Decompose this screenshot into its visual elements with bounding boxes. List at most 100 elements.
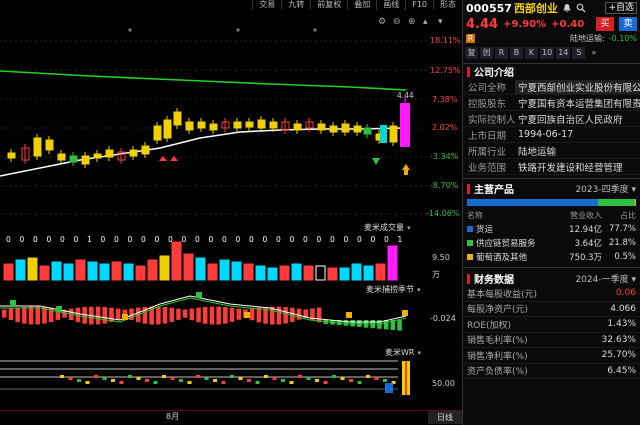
product-revenue: 750.3万 (569, 253, 602, 263)
finance-row: 每股净资产(元) 4.066 (463, 302, 640, 317)
toolbar-nine-turn[interactable]: 九转 (281, 0, 310, 10)
volume-marker-label: 0 (60, 235, 65, 244)
tab-k[interactable]: K (525, 47, 538, 59)
industry-label[interactable]: 陆地运输: (570, 33, 605, 44)
r-badge[interactable]: R (466, 33, 475, 43)
search-icon[interactable] (576, 3, 586, 13)
finance-value: 4.066 (610, 303, 636, 314)
volume-bar (135, 265, 146, 281)
volume-unit-label: 万 (432, 270, 440, 279)
tab-r[interactable]: R (495, 47, 508, 59)
y-tick: -3.34% (430, 152, 459, 161)
add-favorite-button[interactable]: +自选 (605, 2, 637, 14)
volume-right-label: 9.50 (432, 253, 450, 262)
candle (269, 121, 278, 129)
finance-label: 资产负债率(%) (467, 367, 528, 378)
volume-bar (315, 265, 326, 281)
buy-button[interactable]: 买 (596, 17, 614, 31)
finance-period-select[interactable]: 2024-一季度 ▾ (575, 272, 636, 285)
wr-mark (255, 381, 260, 384)
season-bar (189, 308, 195, 321)
finance-label: 每股净资产(元) (467, 305, 529, 316)
wr-mark (366, 375, 370, 378)
tab-10[interactable]: 10 (540, 47, 555, 59)
candlestick-chart[interactable]: ⚙ ⊖ ⊕ ▴ ▾ (0, 10, 462, 220)
toolbar-f10[interactable]: F10 (405, 0, 433, 10)
wr-mark (332, 375, 336, 378)
finance-label: ROE(加权) (467, 320, 512, 331)
toolbar-draw[interactable]: 画线 (376, 0, 405, 10)
volume-bar (363, 265, 374, 281)
season-bar (28, 306, 34, 325)
tab-b[interactable]: B (510, 47, 523, 59)
products-section-header: 主营产品 2023-四季度 ▾ (463, 181, 640, 196)
volume-marker-label: 0 (47, 235, 52, 244)
tab-chuang[interactable]: 创 (480, 47, 493, 59)
change-amount: +0.40 (551, 18, 585, 30)
candle (245, 121, 254, 128)
season-bar (35, 306, 40, 325)
wr-mark (170, 377, 175, 380)
sell-button[interactable]: 卖 (619, 17, 637, 31)
time-axis (0, 410, 462, 425)
candle (141, 145, 150, 155)
season-signal-icon (122, 314, 128, 320)
product-percent: 21.8% (608, 238, 636, 248)
bell-icon[interactable] (562, 3, 572, 13)
tab-5[interactable]: 5 (572, 47, 586, 59)
season-chart[interactable] (0, 284, 462, 344)
toolbar-adjust[interactable]: 前复权 (310, 0, 347, 10)
col-revenue: 营业收入 (570, 211, 602, 220)
candle (341, 123, 350, 133)
volume-bar (147, 259, 158, 281)
toolbar-pattern[interactable]: 形态 (433, 0, 462, 10)
company-section-title: 公司介绍 (474, 68, 514, 79)
finance-row: 销售净利率(%) 25.70% (463, 348, 640, 364)
period-daily-button[interactable]: 日线 (428, 411, 462, 424)
volume-bar (99, 263, 110, 281)
candle (329, 125, 338, 133)
collapse-icon: ▴ (423, 17, 428, 27)
y-tick: 12.75% (430, 66, 461, 75)
legend-swatch (467, 240, 473, 246)
company-row-value: 宁夏回族自治区人民政府 (518, 114, 623, 126)
company-row-value: 铁路开发建设和经营管理 (518, 162, 623, 174)
volume-bar (123, 263, 134, 281)
legend-swatch (467, 226, 473, 232)
finance-value: 32.63% (601, 334, 636, 345)
volume-bar (339, 267, 350, 281)
toolbar-overlay[interactable]: 叠加 (347, 0, 376, 10)
toolbar-trade[interactable]: 交易 (252, 0, 281, 10)
double-chevron-down-icon[interactable]: » (587, 47, 600, 59)
season-y-tick: -0.024 (430, 314, 456, 323)
candle (197, 121, 206, 129)
products-period-select[interactable]: 2023-四季度 ▾ (575, 182, 636, 195)
change-percent: +9.90% (503, 18, 547, 30)
candle (185, 121, 194, 131)
wr-mark (323, 381, 328, 384)
current-price: 4.44 (466, 16, 499, 32)
candle (293, 123, 302, 131)
finance-period-value: 2024-一季度 (575, 275, 629, 285)
revenue-share-segment (635, 199, 636, 206)
company-row: 上市日期 1994-06-17 (463, 127, 640, 143)
wr-mark (374, 377, 379, 380)
season-bar (22, 306, 27, 324)
volume-bar (63, 263, 74, 281)
chart-area[interactable]: 交易 九转 前复权 叠加 画线 F10 形态 ⚙ ⊖ ⊕ ▴ ▾ 18.11% … (0, 0, 462, 425)
volume-marker-label: 0 (182, 235, 187, 244)
season-bar (109, 307, 114, 323)
wr-mark (340, 377, 345, 380)
tab-fu[interactable]: 复 (465, 47, 478, 59)
season-bar (115, 308, 121, 320)
wr-mark (315, 379, 319, 382)
chart-controls: ⚙ ⊖ ⊕ ▴ ▾ (378, 17, 443, 27)
company-info-list: 公司全称宁夏西部创业实业股份有限公司 控股股东宁夏国有资本运营集团有限责任公司 … (463, 79, 640, 175)
revenue-share-segment (598, 199, 636, 206)
volume-chart[interactable]: 000000100000000000000000000001 (0, 222, 462, 284)
candle (57, 153, 66, 161)
tab-14[interactable]: 14 (556, 47, 571, 59)
season-signal-icon (402, 310, 408, 316)
y-tick: -8.70% (430, 181, 459, 190)
wr-chart[interactable] (0, 347, 462, 407)
